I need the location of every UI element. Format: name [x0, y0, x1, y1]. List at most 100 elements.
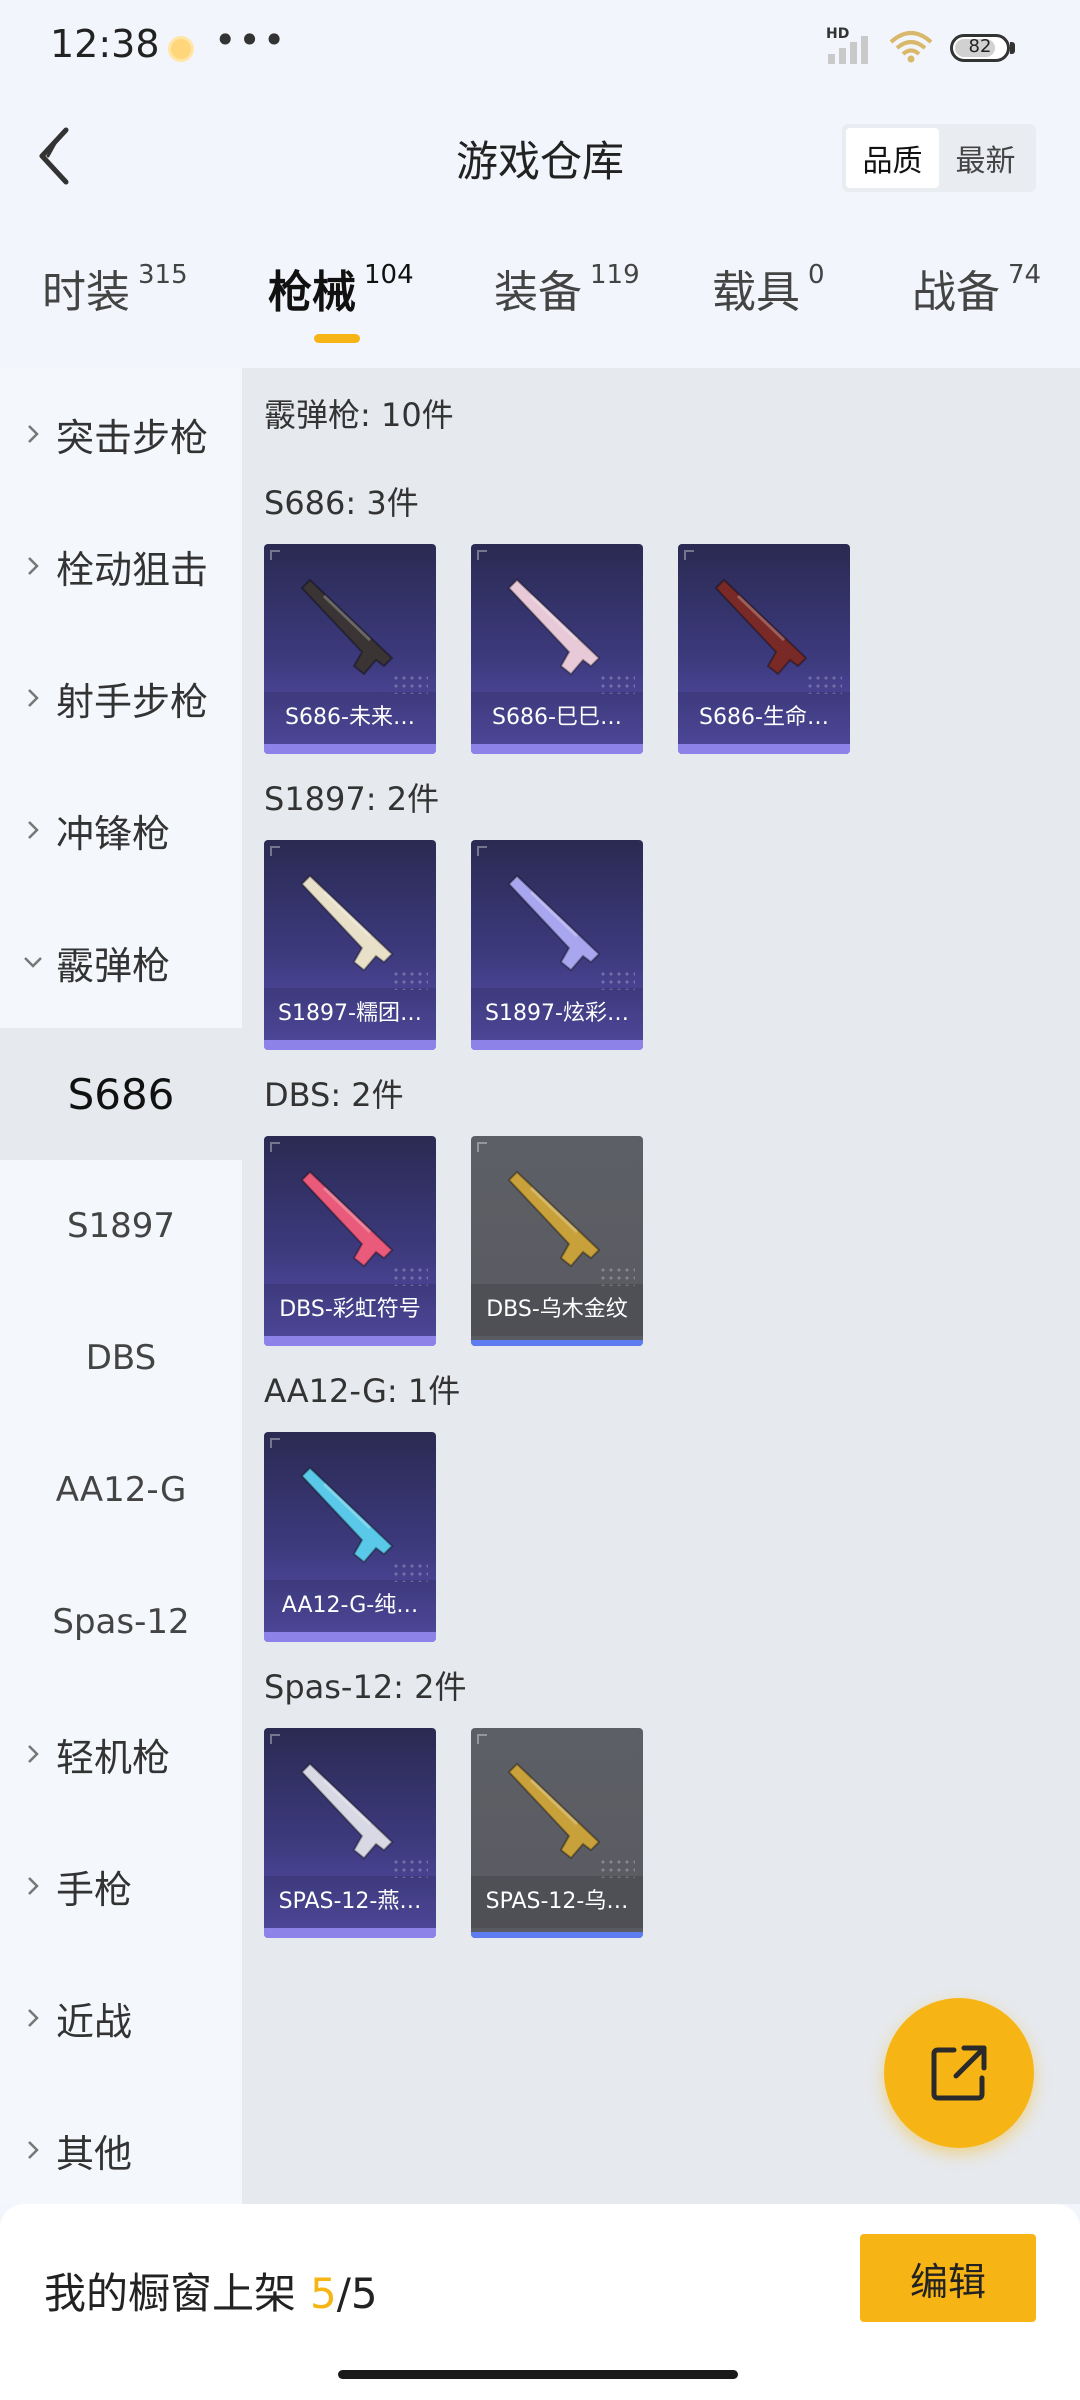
- sort-toggle: 品质 最新: [842, 124, 1036, 192]
- weapon-skin-icon: [507, 1762, 601, 1860]
- item-grid-area[interactable]: 霰弹枪: 10件 S686: 3件 S686-未来… S686-巳巳… S686…: [242, 368, 1080, 2204]
- chevron-right-icon: [22, 819, 44, 841]
- rarity-bar: [471, 1040, 643, 1050]
- rarity-bar: [471, 1932, 643, 1938]
- showcase-status: 我的橱窗上架 5 / 5: [44, 2260, 378, 2321]
- card-dots-decoration: [392, 970, 428, 990]
- sidebar-sub-s1897[interactable]: S1897: [0, 1160, 242, 1292]
- weapon-skin-icon: [507, 1170, 601, 1268]
- sidebar-item-pistols[interactable]: 手枪: [0, 1820, 242, 1952]
- sidebar-item-melee[interactable]: 近战: [0, 1952, 242, 2084]
- tab-combat-gear[interactable]: 战备 74: [912, 256, 1041, 346]
- card-corner-decoration: [477, 1142, 487, 1152]
- tab-label: 枪械: [268, 267, 356, 318]
- item-name: S1897-糯团…: [264, 988, 436, 1040]
- weapon-skin-icon: [300, 1466, 394, 1564]
- rarity-bar: [264, 1336, 436, 1346]
- item-card[interactable]: SPAS-12-乌…: [471, 1728, 643, 1938]
- showcase-count: 5: [310, 2269, 337, 2318]
- weapon-skin-icon: [714, 578, 808, 676]
- sidebar-sub-spas12[interactable]: Spas-12: [0, 1556, 242, 1688]
- sidebar-item-marksman-rifles[interactable]: 射手步枪: [0, 632, 242, 764]
- item-name: AA12-G-纯…: [264, 1580, 436, 1632]
- weapon-skin-icon: [507, 874, 601, 972]
- sidebar-item-label: 近战: [56, 1999, 133, 2044]
- item-card[interactable]: S686-巳巳…: [471, 544, 643, 754]
- sidebar-item-lmgs[interactable]: 轻机枪: [0, 1688, 242, 1820]
- sidebar-sub-aa12g[interactable]: AA12-G: [0, 1424, 242, 1556]
- battery-icon: 82: [950, 34, 1010, 62]
- item-name: S686-巳巳…: [471, 692, 643, 744]
- sidebar-item-label: 突击步枪: [56, 415, 209, 460]
- sidebar-item-label: 射手步枪: [56, 679, 209, 724]
- tab-label: 载具: [712, 267, 800, 318]
- tab-vehicles[interactable]: 载具 0: [712, 256, 825, 346]
- item-card[interactable]: DBS-乌木金纹: [471, 1136, 643, 1346]
- chevron-right-icon: [22, 2007, 44, 2029]
- rarity-bar: [264, 744, 436, 754]
- showcase-separator: /: [336, 2269, 351, 2318]
- tab-equipment[interactable]: 装备 119: [494, 256, 640, 346]
- item-name: S686-生命…: [678, 692, 850, 744]
- group-title: S1897: 2件: [264, 780, 440, 818]
- sort-option-newest[interactable]: 最新: [939, 128, 1032, 188]
- tab-count: 119: [590, 260, 640, 290]
- weapon-skin-icon: [300, 1170, 394, 1268]
- card-corner-decoration: [270, 550, 280, 560]
- item-card[interactable]: S686-生命…: [678, 544, 850, 754]
- sidebar-item-label: 冲锋枪: [56, 811, 171, 856]
- item-name: DBS-乌木金纹: [471, 1284, 643, 1336]
- weapon-skin-icon: [300, 874, 394, 972]
- showcase-label: 我的橱窗上架: [44, 2269, 297, 2318]
- sort-option-quality[interactable]: 品质: [846, 128, 939, 188]
- card-corner-decoration: [477, 550, 487, 560]
- tab-label: 战备: [912, 267, 1000, 318]
- weapon-skin-icon: [300, 1762, 394, 1860]
- item-card[interactable]: AA12-G-纯…: [264, 1432, 436, 1642]
- sidebar-item-shotguns[interactable]: 霰弹枪: [0, 896, 242, 1028]
- item-card[interactable]: S686-未来…: [264, 544, 436, 754]
- card-dots-decoration: [599, 1266, 635, 1286]
- sidebar-item-bolt-snipers[interactable]: 栓动狙击: [0, 500, 242, 632]
- tab-firearms[interactable]: 枪械 104: [268, 256, 414, 346]
- item-card[interactable]: SPAS-12-燕…: [264, 1728, 436, 1938]
- sidebar-item-label: 其他: [56, 2131, 133, 2176]
- sidebar-item-assault-rifles[interactable]: 突击步枪: [0, 368, 242, 500]
- tab-label: 时装: [42, 267, 130, 318]
- sidebar-item-label: 手枪: [56, 1867, 133, 1912]
- item-name: DBS-彩虹符号: [264, 1284, 436, 1336]
- card-dots-decoration: [392, 1562, 428, 1582]
- card-dots-decoration: [806, 674, 842, 694]
- card-corner-decoration: [270, 846, 280, 856]
- chevron-down-icon: [22, 951, 44, 973]
- sidebar-sub-dbs[interactable]: DBS: [0, 1292, 242, 1424]
- more-notifications-icon: •••: [214, 18, 288, 62]
- chevron-right-icon: [22, 1875, 44, 1897]
- weapon-skin-icon: [300, 578, 394, 676]
- group-title: Spas-12: 2件: [264, 1668, 467, 1706]
- card-dots-decoration: [392, 1858, 428, 1878]
- card-corner-decoration: [477, 846, 487, 856]
- signal-icon: [828, 36, 868, 64]
- item-name: S1897-炫彩…: [471, 988, 643, 1040]
- sidebar-item-other[interactable]: 其他: [0, 2084, 242, 2216]
- showcase-max: 5: [350, 2269, 378, 2318]
- card-corner-decoration: [477, 1734, 487, 1744]
- item-card[interactable]: S1897-糯团…: [264, 840, 436, 1050]
- card-dots-decoration: [392, 1266, 428, 1286]
- item-name: SPAS-12-燕…: [264, 1876, 436, 1928]
- item-card[interactable]: S1897-炫彩…: [471, 840, 643, 1050]
- tab-fashion[interactable]: 时装 315: [42, 256, 188, 346]
- chevron-right-icon: [22, 423, 44, 445]
- card-dots-decoration: [599, 1858, 635, 1878]
- sidebar-sub-s686[interactable]: S686: [0, 1028, 242, 1160]
- chevron-right-icon: [22, 1743, 44, 1765]
- share-button[interactable]: [884, 1998, 1034, 2148]
- tab-count: 74: [1008, 260, 1042, 290]
- sidebar-item-smgs[interactable]: 冲锋枪: [0, 764, 242, 896]
- item-card[interactable]: DBS-彩虹符号: [264, 1136, 436, 1346]
- tab-count: 315: [138, 260, 188, 290]
- edit-button[interactable]: 编辑: [860, 2234, 1036, 2322]
- card-dots-decoration: [392, 674, 428, 694]
- home-indicator[interactable]: [338, 2370, 738, 2379]
